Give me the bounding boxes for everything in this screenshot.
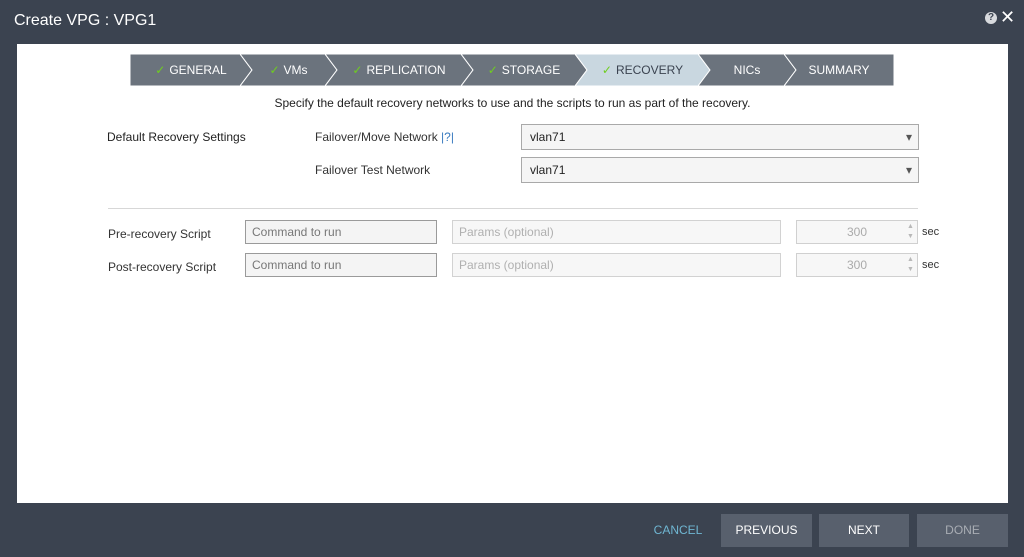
check-icon: ✓	[487, 63, 498, 77]
default-recovery-settings-label: Default Recovery Settings	[107, 130, 246, 144]
wizard-content: ✓ GENERAL ✓ VMs ✓ REPLICATION ✓ STORAGE ✓ REC…	[17, 44, 1008, 503]
pre-recovery-script-label: Pre-recovery Script	[108, 227, 211, 241]
check-icon: ✓	[601, 63, 612, 77]
step-recovery[interactable]: ✓ RECOVERY	[575, 54, 710, 86]
help-icon[interactable]: ?	[985, 12, 997, 24]
failover-network-select[interactable]: vlan71 ▾	[521, 124, 919, 150]
step-replication[interactable]: ✓ REPLICATION	[325, 54, 473, 86]
post-recovery-timeout-stepper[interactable]: 300 ▲ ▼	[796, 253, 918, 277]
step-nics[interactable]: NICs	[698, 54, 796, 86]
step-summary[interactable]: SUMMARY	[784, 54, 894, 86]
failover-test-network-select[interactable]: vlan71 ▾	[521, 157, 919, 183]
next-button[interactable]: NEXT	[819, 514, 909, 547]
spinner-arrows-icon[interactable]: ▲ ▼	[906, 222, 915, 242]
title-bar: Create VPG : VPG1 ? ✕	[0, 0, 1024, 44]
step-description: Specify the default recovery networks to…	[274, 96, 751, 110]
post-recovery-command-input[interactable]: Command to run	[245, 253, 437, 277]
step-vms[interactable]: ✓ VMs	[240, 54, 337, 86]
spinner-arrows-icon[interactable]: ▲ ▼	[906, 255, 915, 275]
check-icon: ✓	[269, 63, 280, 77]
done-button[interactable]: DONE	[917, 514, 1008, 547]
divider	[108, 208, 918, 209]
previous-button[interactable]: PREVIOUS	[721, 514, 812, 547]
step-general[interactable]: ✓ GENERAL	[130, 54, 252, 86]
pre-recovery-timeout-unit: sec	[922, 226, 940, 238]
close-icon[interactable]: ✕	[1000, 8, 1015, 26]
chevron-down-icon: ▾	[905, 130, 912, 144]
post-recovery-script-label: Post-recovery Script	[108, 260, 217, 274]
step-storage[interactable]: ✓ STORAGE	[461, 54, 587, 86]
failover-network-label: Failover/Move Network |?|	[315, 130, 454, 144]
cancel-button[interactable]: CANCEL	[650, 514, 706, 547]
window-title: Create VPG : VPG1	[14, 12, 157, 29]
post-recovery-timeout-unit: sec	[922, 259, 940, 271]
chevron-down-icon: ▾	[905, 163, 912, 177]
failover-test-network-label: Failover Test Network	[315, 163, 431, 177]
wizard-steps: ✓ GENERAL ✓ VMs ✓ REPLICATION ✓ STORAGE ✓ REC…	[130, 54, 894, 86]
pre-recovery-params-input[interactable]: Params (optional)	[452, 220, 781, 244]
pre-recovery-timeout-stepper[interactable]: 300 ▲ ▼	[796, 220, 918, 244]
pre-recovery-command-input[interactable]: Command to run	[245, 220, 437, 244]
check-icon: ✓	[352, 63, 363, 77]
post-recovery-params-input[interactable]: Params (optional)	[452, 253, 781, 277]
check-icon: ✓	[155, 63, 166, 77]
help-icon[interactable]: |?|	[441, 130, 454, 144]
